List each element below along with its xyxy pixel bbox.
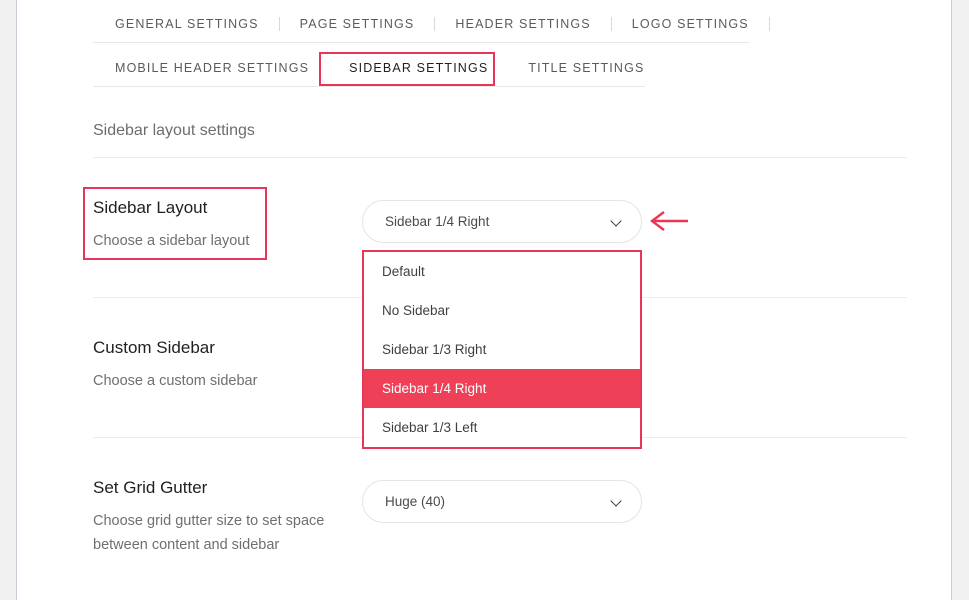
tab-row-secondary-underline bbox=[93, 86, 645, 87]
tab-title-settings[interactable]: TITLE SETTINGS bbox=[508, 50, 664, 86]
dropdown-option-no-sidebar[interactable]: No Sidebar bbox=[364, 291, 640, 330]
tab-row-primary: GENERAL SETTINGS PAGE SETTINGS HEADER SE… bbox=[93, 6, 770, 42]
setting-title: Set Grid Gutter bbox=[93, 478, 208, 497]
section-divider bbox=[93, 157, 907, 158]
tab-logo-settings[interactable]: LOGO SETTINGS bbox=[612, 6, 769, 42]
screenshot-root: GENERAL SETTINGS PAGE SETTINGS HEADER SE… bbox=[0, 0, 969, 600]
chevron-down-icon bbox=[611, 216, 623, 228]
setting-row-set-grid-gutter: Set Grid Gutter Choose grid gutter size … bbox=[93, 477, 343, 557]
tab-separator bbox=[768, 17, 770, 31]
setting-description: Choose grid gutter size to set space bet… bbox=[93, 513, 325, 553]
page-title: Sidebar layout settings bbox=[93, 122, 255, 139]
setting-title: Custom Sidebar bbox=[93, 338, 215, 357]
dropdown-option-sidebar-1-4-right[interactable]: Sidebar 1/4 Right bbox=[364, 369, 640, 408]
tab-page-settings[interactable]: PAGE SETTINGS bbox=[280, 6, 435, 42]
grid-gutter-select-value: Huge (40) bbox=[385, 494, 446, 509]
tab-header-settings[interactable]: HEADER SETTINGS bbox=[435, 6, 610, 42]
tab-row-secondary: MOBILE HEADER SETTINGS SIDEBAR SETTINGS … bbox=[93, 50, 664, 86]
sidebar-layout-dropdown-menu[interactable]: Default No Sidebar Sidebar 1/3 Right Sid… bbox=[362, 250, 642, 449]
setting-description: Choose a sidebar layout bbox=[93, 233, 250, 249]
sidebar-layout-select[interactable]: Sidebar 1/4 Right bbox=[362, 200, 642, 243]
dropdown-option-default[interactable]: Default bbox=[364, 252, 640, 291]
setting-title: Sidebar Layout bbox=[93, 198, 208, 217]
tab-general-settings[interactable]: GENERAL SETTINGS bbox=[93, 6, 279, 42]
tab-sidebar-settings[interactable]: SIDEBAR SETTINGS bbox=[329, 50, 508, 86]
settings-panel: GENERAL SETTINGS PAGE SETTINGS HEADER SE… bbox=[16, 0, 952, 600]
annotation-left-arrow-icon bbox=[650, 211, 688, 231]
setting-row-sidebar-layout: Sidebar Layout Choose a sidebar layout bbox=[93, 197, 343, 253]
tab-mobile-header-settings[interactable]: MOBILE HEADER SETTINGS bbox=[93, 50, 329, 86]
setting-description: Choose a custom sidebar bbox=[93, 373, 258, 389]
chevron-down-icon bbox=[611, 496, 623, 508]
setting-row-custom-sidebar: Custom Sidebar Choose a custom sidebar bbox=[93, 337, 343, 393]
sidebar-layout-select-value: Sidebar 1/4 Right bbox=[385, 214, 490, 229]
dropdown-option-sidebar-1-3-left[interactable]: Sidebar 1/3 Left bbox=[364, 408, 640, 447]
dropdown-option-sidebar-1-3-right[interactable]: Sidebar 1/3 Right bbox=[364, 330, 640, 369]
grid-gutter-select[interactable]: Huge (40) bbox=[362, 480, 642, 523]
tab-row-primary-underline bbox=[93, 42, 749, 43]
